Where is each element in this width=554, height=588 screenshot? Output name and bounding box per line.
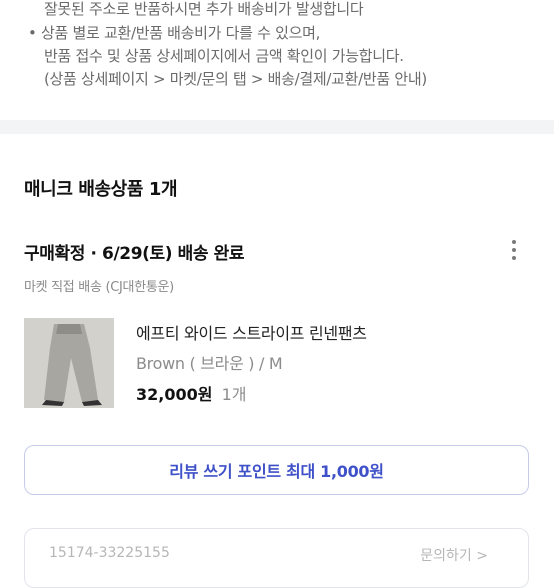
notice-line: (상품 상세페이지 > 마켓/문의 탭 > 배송/결제/교환/반품 안내) [44,70,427,88]
section-divider [0,120,554,134]
pants-image [24,318,114,408]
next-order-card: 15174-33225155 문의하기 > [24,528,529,588]
inquiry-link[interactable]: 문의하기 > [420,545,488,565]
product-thumbnail[interactable] [24,318,114,408]
notice-line: 반품 접수 및 상품 상세페이지에서 금액 확인이 가능합니다. [44,47,404,65]
return-notice: 잘못된 주소로 반품하시면 추가 배송비가 발생합니다 • 상품 별로 교환/반… [0,0,554,118]
order-status: 구매확정 · 6/29(토) 배송 완료 [24,244,245,264]
carrier-info: 마켓 직접 배송 (CJ대한통운) [24,280,174,295]
product-quantity: 1개 [221,385,247,404]
shipment-title: 매니크 배송상품 1개 [24,179,178,200]
more-vertical-icon[interactable] [506,240,522,266]
notice-line: 잘못된 주소로 반품하시면 추가 배송비가 발생합니다 [44,0,364,18]
product-price: 32,000원 [136,385,213,404]
product-name[interactable]: 에프티 와이드 스트라이프 린넨팬츠 [136,320,367,344]
write-review-button[interactable]: 리뷰 쓰기 포인트 최대 1,000원 [24,445,529,495]
price-row: 32,000원 1개 [136,381,246,405]
product-option: Brown ( 브라운 ) / M [136,354,283,373]
notice-line: • 상품 별로 교환/반품 배송비가 다를 수 있으며, [28,24,321,42]
order-number: 15174-33225155 [49,545,170,561]
